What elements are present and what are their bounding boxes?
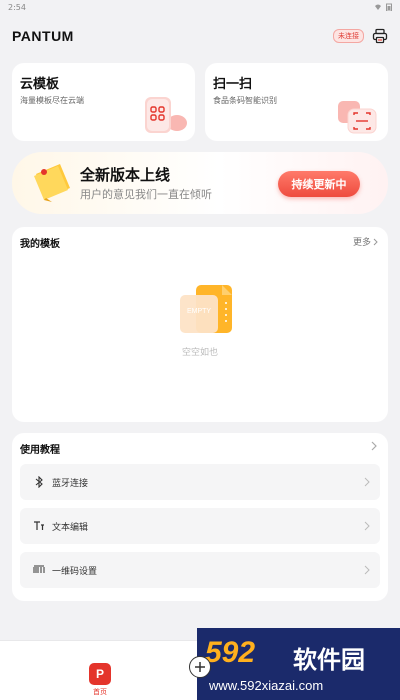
sticky-note-icon bbox=[34, 164, 70, 202]
watermark-site-name: 软件园 bbox=[293, 646, 365, 674]
chevron-right-icon bbox=[364, 565, 370, 575]
home-icon: P bbox=[89, 663, 111, 685]
banner-subtitle: 用户的意见我们一直在倾听 bbox=[80, 188, 212, 201]
tutorial-item-text-edit[interactable]: 文本编辑 bbox=[20, 508, 380, 544]
battery-icon bbox=[386, 3, 392, 11]
chevron-right-icon bbox=[373, 238, 378, 245]
wifi-icon bbox=[375, 4, 381, 10]
scan-icon bbox=[338, 101, 377, 134]
chevron-right-icon bbox=[364, 477, 370, 487]
home-label: 首页 bbox=[93, 688, 107, 696]
cloud-template-subtitle: 海量模板尽在云端 bbox=[20, 96, 84, 105]
scan-title: 扫一扫 bbox=[213, 77, 253, 92]
pantum-logo: PANTUM bbox=[12, 28, 74, 44]
printer-icon[interactable] bbox=[372, 28, 388, 44]
new-version-banner[interactable]: 全新版本上线 用户的意见我们一直在倾听 持续更新中 bbox=[12, 152, 388, 214]
tutorial-item-label: 文本编辑 bbox=[52, 522, 89, 533]
tutorial-item-bluetooth[interactable]: 蓝牙连接 bbox=[20, 464, 380, 500]
more-label: 更多 bbox=[352, 238, 371, 248]
plus-icon bbox=[195, 662, 205, 672]
tutorial-item-label: 一维码设置 bbox=[52, 566, 98, 577]
bluetooth-icon bbox=[32, 475, 46, 489]
add-button[interactable] bbox=[189, 656, 211, 678]
chevron-right-icon bbox=[364, 521, 370, 531]
cloud-template-icon bbox=[145, 97, 187, 133]
cloud-template-title: 云模板 bbox=[20, 77, 60, 92]
scan-card[interactable]: 扫一扫 食品条码智能识别 bbox=[205, 63, 388, 141]
status-time: 2:54 bbox=[8, 2, 26, 12]
empty-badge-text: EMPTY bbox=[187, 308, 211, 315]
app-header: PANTUM 未连接 bbox=[0, 18, 400, 54]
watermark-url: www.592xiazai.com bbox=[209, 678, 324, 693]
status-icons bbox=[374, 3, 392, 11]
cloud-template-card[interactable]: 云模板 海量模板尽在云端 bbox=[12, 63, 195, 141]
tutorial-title: 使用教程 bbox=[20, 445, 60, 456]
tutorial-item-label: 蓝牙连接 bbox=[52, 478, 89, 489]
tutorial-item-barcode[interactable]: 一维码设置 bbox=[20, 552, 380, 588]
barcode-icon bbox=[32, 563, 46, 577]
watermark-number: 592 bbox=[205, 636, 256, 669]
empty-text: 空空如也 bbox=[181, 348, 218, 358]
watermark-overlay: 592 软件园 www.592xiazai.com bbox=[197, 628, 400, 700]
status-bar: 2:54 bbox=[0, 0, 400, 14]
empty-illustration: EMPTY bbox=[180, 285, 232, 333]
my-templates-title: 我的模板 bbox=[20, 239, 60, 250]
text-icon bbox=[32, 519, 46, 533]
updating-button[interactable]: 持续更新中 bbox=[278, 171, 360, 197]
banner-title: 全新版本上线 bbox=[80, 166, 171, 184]
more-link[interactable]: 更多 bbox=[353, 235, 378, 248]
connection-status-badge[interactable]: 未连接 bbox=[333, 29, 364, 43]
scan-subtitle: 食品条码智能识别 bbox=[213, 96, 277, 105]
my-templates-panel: 我的模板 更多 EMPTY 空空如也 bbox=[12, 227, 388, 422]
tutorial-chevron-icon[interactable] bbox=[370, 441, 378, 451]
tab-home[interactable]: P 首页 bbox=[86, 663, 114, 697]
